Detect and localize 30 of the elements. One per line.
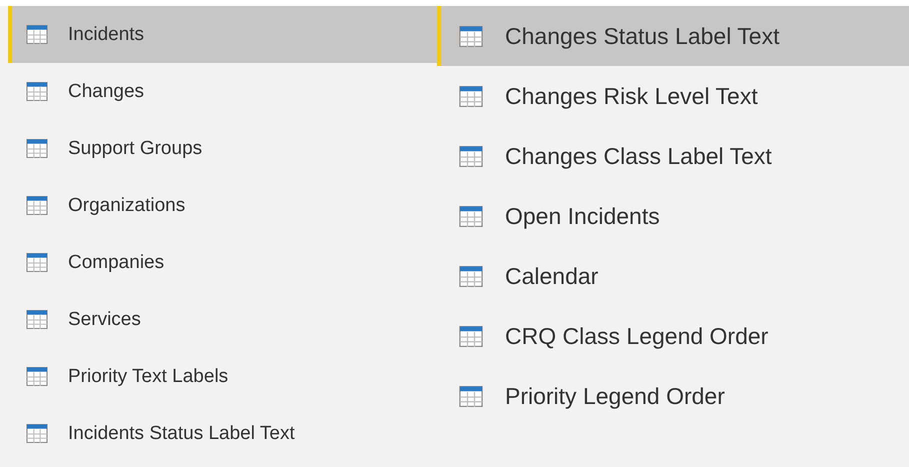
table-icon — [459, 266, 483, 286]
table-list-item[interactable]: Companies — [8, 234, 437, 291]
table-list-item[interactable]: Changes Class Label Text — [437, 126, 909, 186]
table-list-item[interactable]: Incidents Status Label Text — [8, 405, 437, 462]
table-icon — [26, 196, 48, 215]
table-icon — [459, 386, 483, 406]
table-icon — [26, 82, 48, 101]
table-list-item[interactable]: Incidents — [8, 6, 437, 63]
table-icon — [26, 25, 48, 44]
table-list-item[interactable]: Calendar — [437, 246, 909, 306]
table-list-item[interactable]: Changes Status Label Text — [437, 6, 909, 66]
table-icon — [26, 253, 48, 272]
table-icon — [459, 206, 483, 226]
table-list-item[interactable]: Services — [8, 291, 437, 348]
table-icon — [26, 424, 48, 443]
table-icon — [26, 367, 48, 386]
table-list-item[interactable]: Priority Legend Order — [437, 366, 909, 426]
table-icon — [459, 326, 483, 346]
table-list-item[interactable]: Changes — [8, 63, 437, 120]
table-icon — [459, 146, 483, 166]
table-list-item[interactable]: Open Incidents — [437, 186, 909, 246]
table-icon — [26, 139, 48, 158]
table-list-item[interactable]: CRQ Class Legend Order — [437, 306, 909, 366]
table-list-item[interactable]: Changes Risk Level Text — [437, 66, 909, 126]
table-list-item[interactable]: Organizations — [8, 177, 437, 234]
table-list-item[interactable]: Priority Text Labels — [8, 348, 437, 405]
table-icon — [459, 26, 483, 46]
table-list-item[interactable]: Support Groups — [8, 120, 437, 177]
table-icon — [459, 86, 483, 106]
table-icon — [26, 310, 48, 329]
